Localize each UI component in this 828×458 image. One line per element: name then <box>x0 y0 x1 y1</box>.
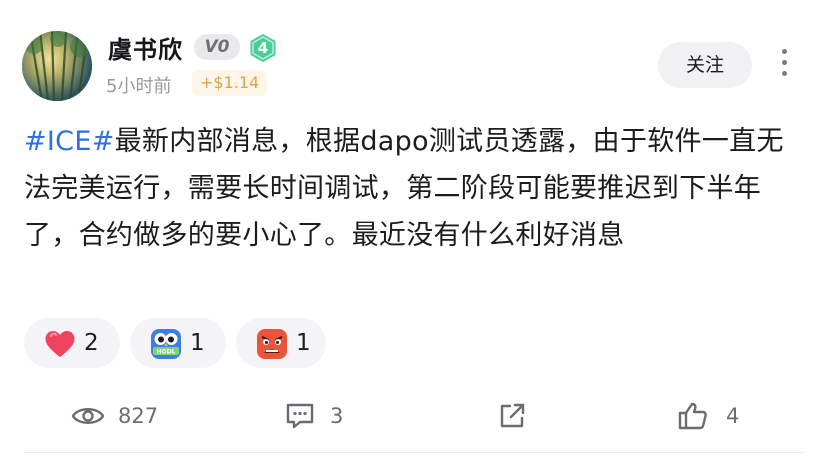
eye-icon <box>71 408 105 424</box>
views-stat: 827 <box>70 396 180 436</box>
level-number: 4 <box>257 39 269 57</box>
comment-icon <box>286 403 314 429</box>
like-button[interactable]: 4 <box>676 396 746 436</box>
follow-button[interactable]: 关注 <box>658 42 752 88</box>
reaction-hodl[interactable]: HODL 1 <box>130 318 226 368</box>
share-button[interactable] <box>496 396 536 436</box>
avatar-image <box>22 31 92 101</box>
svg-text:HODL: HODL <box>157 349 176 356</box>
reaction-hodl-count: 1 <box>190 330 205 356</box>
reward-badge: +$1.14 <box>192 70 268 96</box>
username[interactable]: 虞书欣 <box>108 30 183 65</box>
post-content: #ICE#最新内部消息，根据dapo测试员透露，由于软件一直无法完美运行，需要长… <box>24 118 808 259</box>
divider <box>24 452 804 453</box>
vip-badge: V0 <box>194 34 240 60</box>
hashtag-link[interactable]: #ICE# <box>24 126 115 157</box>
reaction-angry-count: 1 <box>296 330 311 356</box>
share-icon <box>500 403 525 428</box>
angry-face-icon <box>257 329 287 359</box>
hodl-owl-icon: HODL <box>151 329 181 359</box>
more-options-icon[interactable] <box>770 44 798 84</box>
reaction-heart-count: 2 <box>84 330 99 356</box>
views-count: 827 <box>118 404 159 428</box>
reaction-heart[interactable]: 2 <box>24 318 120 368</box>
avatar[interactable] <box>22 31 92 101</box>
comment-button[interactable]: 3 <box>284 396 354 436</box>
comments-count: 3 <box>330 404 344 428</box>
thumbs-up-icon <box>678 402 707 430</box>
post-timestamp: 5小时前 <box>106 76 172 97</box>
heart-icon <box>45 330 75 357</box>
reaction-angry[interactable]: 1 <box>236 318 326 368</box>
level-badge: 4 <box>248 33 278 63</box>
likes-count: 4 <box>726 404 740 428</box>
post-body-text: 最新内部消息，根据dapo测试员透露，由于软件一直无法完美运行，需要长时间调试，… <box>24 126 784 251</box>
